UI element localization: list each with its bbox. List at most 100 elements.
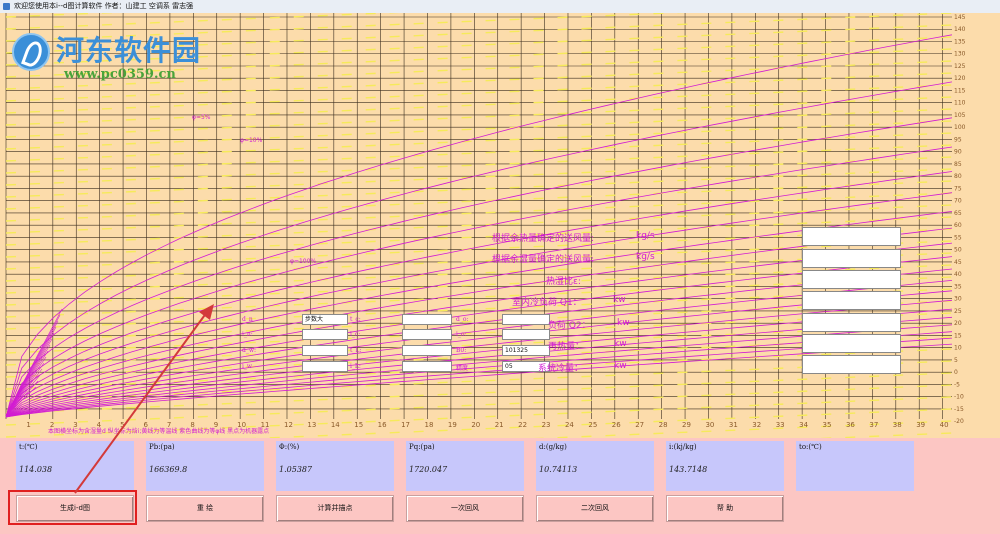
highlight-box xyxy=(8,490,137,525)
y-tick-label: 45 xyxy=(954,259,962,266)
watermark-url: www.pc0359.cn xyxy=(64,67,176,82)
result-output-box xyxy=(802,355,901,374)
isotherm-line xyxy=(5,132,953,174)
chart-note: 本图横坐标为含湿量d 纵坐标为焓i;黄线为等温线 紫色曲线为等φ线 黑点为机器露… xyxy=(48,427,269,435)
y-tick-label: 65 xyxy=(954,210,962,217)
window-title: 欢迎您使用本i--d图计算软件 作者：山建工 空调系 雷志强 xyxy=(14,2,194,10)
y-tick-label: 15 xyxy=(954,332,962,339)
param-value: 143.7148 xyxy=(669,465,708,474)
x-tick-label: 40 xyxy=(940,421,949,429)
y-tick-label: 145 xyxy=(954,14,966,21)
isotherm-line xyxy=(5,384,953,426)
y-tick-label: 125 xyxy=(954,63,966,70)
param-value: 1.05387 xyxy=(279,465,313,474)
input-field[interactable]: 步数大 xyxy=(302,314,348,325)
result-unit: kg/s xyxy=(636,252,655,262)
input-label: i_o: xyxy=(456,331,467,338)
x-tick-label: 33 xyxy=(776,421,785,429)
input-label: 精度 xyxy=(456,365,469,372)
param-label: Pb:(pa) xyxy=(149,443,175,451)
x-tick-label: 22 xyxy=(518,421,527,429)
y-tick-label: 35 xyxy=(954,283,962,290)
input-field[interactable] xyxy=(402,314,452,325)
y-tick-label: 10 xyxy=(954,345,962,352)
action-button[interactable]: 二次回风 xyxy=(536,495,654,522)
result-label: 负荷 Q2： xyxy=(548,321,591,331)
curve-label: φ=100% xyxy=(290,258,316,265)
y-tick-label: 75 xyxy=(954,185,962,192)
x-tick-label: 26 xyxy=(612,421,621,429)
action-button[interactable]: 计算并描点 xyxy=(276,495,394,522)
input-label: i_c: xyxy=(350,331,361,338)
result-output-box xyxy=(802,334,901,353)
param-label: Φ:(%) xyxy=(279,443,300,451)
input-label: i_L: xyxy=(350,363,361,370)
x-tick-label: 39 xyxy=(916,421,925,429)
y-tick-label: 30 xyxy=(954,296,962,303)
y-tick-label: 40 xyxy=(954,271,962,278)
param-label: to:(℃) xyxy=(799,443,822,451)
x-tick-label: 18 xyxy=(424,421,433,429)
result-output-box xyxy=(802,291,901,310)
x-tick-label: 35 xyxy=(823,421,832,429)
control-panel: t:(℃) 114.038 Pb:(pa) 166369.8 Φ:(%) 1.05387 P… xyxy=(0,438,1000,534)
input-label: t_L: xyxy=(350,347,362,354)
input-field[interactable] xyxy=(402,345,452,356)
input-field[interactable] xyxy=(302,329,348,340)
x-tick-label: 36 xyxy=(846,421,855,429)
action-button[interactable]: 重 绘 xyxy=(146,495,264,522)
watermark-name: 河东软件园 xyxy=(56,34,202,67)
psychrometric-chart[interactable]: φ=5% φ=10% φ=100% 1 2 3 4 5 6 7 8 9 10 11 12 13 14 15 16 17… xyxy=(0,13,1000,438)
input-label: d_o: xyxy=(456,316,469,323)
x-tick-label: 15 xyxy=(354,421,363,429)
x-tick-label: 23 xyxy=(542,421,551,429)
param-box: Pb:(pa) 166369.8 xyxy=(146,441,264,491)
result-unit: kw xyxy=(617,318,630,328)
y-tick-label: 100 xyxy=(954,124,966,131)
isotherm-line xyxy=(5,144,953,186)
result-unit: kg/s xyxy=(636,231,655,241)
watermark: 河东软件园 www.pc0359.cn xyxy=(4,27,214,87)
y-tick-label: 55 xyxy=(954,234,962,241)
y-tick-label: 80 xyxy=(954,173,962,180)
param-label: d:(g/kg) xyxy=(539,443,567,451)
param-label: t:(℃) xyxy=(19,443,38,451)
x-tick-label: 17 xyxy=(401,421,410,429)
isotherm-line xyxy=(5,156,953,198)
y-tick-label: 50 xyxy=(954,247,962,254)
x-tick-label: 1 xyxy=(26,421,30,429)
x-tick-label: 34 xyxy=(799,421,808,429)
result-unit: kw xyxy=(613,295,626,305)
y-tick-label: 20 xyxy=(954,320,962,327)
result-label: 再热量： xyxy=(548,342,585,352)
result-output-box xyxy=(802,227,901,246)
result-output-box xyxy=(802,313,901,332)
result-unit: kw xyxy=(614,361,627,371)
input-field[interactable] xyxy=(402,361,452,372)
y-tick-label: 135 xyxy=(954,38,966,45)
y-tick-label: 105 xyxy=(954,112,966,119)
param-box: i:(kj/kg) 143.7148 xyxy=(666,441,784,491)
input-field[interactable] xyxy=(402,329,452,340)
isotherm-line xyxy=(5,13,118,18)
y-tick-label: -5 xyxy=(954,381,960,388)
input-field[interactable] xyxy=(502,314,550,325)
input-field[interactable] xyxy=(302,361,348,372)
input-field[interactable] xyxy=(502,329,550,340)
rh-fan-line xyxy=(5,308,63,416)
y-tick-label: 25 xyxy=(954,308,962,315)
x-tick-label: 25 xyxy=(588,421,597,429)
result-unit: kw xyxy=(614,339,627,349)
input-field[interactable] xyxy=(302,345,348,356)
x-tick-label: 19 xyxy=(448,421,457,429)
input-label: B0: xyxy=(456,347,467,354)
action-button[interactable]: 一次回风 xyxy=(406,495,524,522)
isotherm-line xyxy=(5,84,953,126)
input-field[interactable]: 101325 xyxy=(502,345,550,356)
x-tick-label: 20 xyxy=(471,421,480,429)
param-box: Pq:(pa) 1720.047 xyxy=(406,441,524,491)
input-label: t_c: xyxy=(350,316,361,323)
input-label: i_n: xyxy=(242,331,253,338)
param-box: Φ:(%) 1.05387 xyxy=(276,441,394,491)
action-button[interactable]: 帮 助 xyxy=(666,495,784,522)
